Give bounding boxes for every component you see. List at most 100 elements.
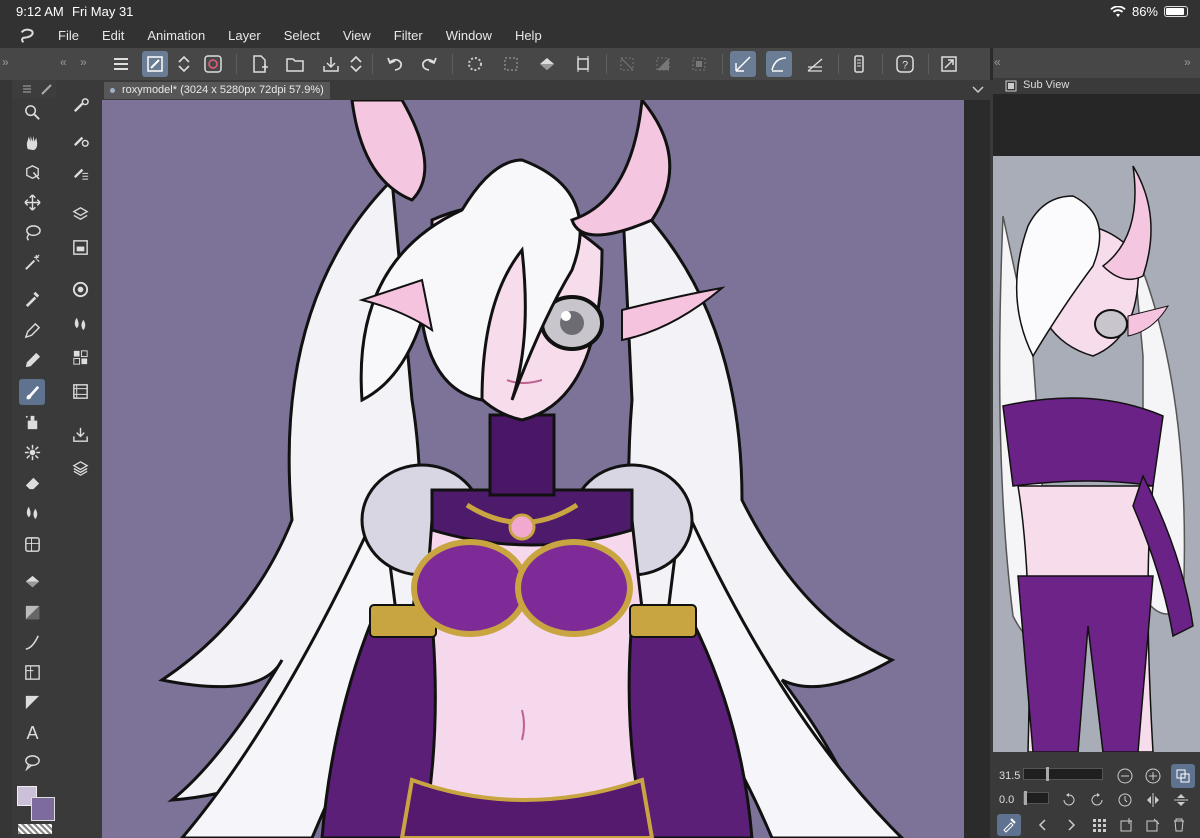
collapse-left2-icon[interactable]: «: [60, 55, 67, 69]
collapse-right2-icon[interactable]: »: [1184, 55, 1191, 69]
smartphone-button[interactable]: [846, 51, 872, 77]
subview-zoom-value[interactable]: 31.5: [999, 770, 1020, 782]
tool-brush-button[interactable]: [19, 379, 45, 405]
menu-view[interactable]: View: [343, 28, 371, 43]
redo-button[interactable]: [416, 51, 442, 77]
panel-layer-property-button[interactable]: [67, 344, 93, 370]
snap-grid-button[interactable]: [802, 51, 828, 77]
subview-eyedropper-button[interactable]: [997, 814, 1021, 836]
subview-angle-slider[interactable]: [1023, 791, 1049, 805]
tool-gradient-button[interactable]: [19, 599, 45, 625]
rotate-left-button[interactable]: [1059, 790, 1079, 810]
collapse-left3-icon[interactable]: »: [80, 55, 87, 69]
tool-zoom-button[interactable]: [19, 99, 45, 125]
select-all-button[interactable]: [498, 51, 524, 77]
panel-material-button[interactable]: [67, 200, 93, 226]
panel-import-button[interactable]: [67, 421, 93, 447]
menu-file[interactable]: File: [58, 28, 79, 43]
tool-magic-wand-button[interactable]: [19, 249, 45, 275]
canvas-tab[interactable]: roxymodel* (3024 x 5280px 72dpi 57.9%): [104, 82, 330, 99]
swirl-icon: [204, 55, 222, 73]
rotate-right-button[interactable]: [1087, 790, 1107, 810]
quick-access-button[interactable]: [142, 51, 168, 77]
menu-filter[interactable]: Filter: [394, 28, 423, 43]
tool-hand-button[interactable]: [19, 129, 45, 155]
subview-top-area: [993, 94, 1200, 156]
sub-color-swatch[interactable]: [31, 797, 55, 821]
tool-lasso-button[interactable]: [19, 219, 45, 245]
save-options-button[interactable]: [346, 51, 366, 77]
panel-navigator-button[interactable]: [67, 234, 93, 260]
panel-layers-button[interactable]: [67, 455, 93, 481]
tool-eyedropper-button[interactable]: [19, 285, 45, 311]
tool-object-select-button[interactable]: [19, 159, 45, 185]
menu-window[interactable]: Window: [446, 28, 492, 43]
clear-selection-button[interactable]: [614, 51, 640, 77]
next-image-button[interactable]: [1061, 815, 1081, 835]
menu-hamburger-button[interactable]: [108, 51, 134, 77]
pen-small-icon[interactable]: [40, 82, 54, 96]
tool-eraser-button[interactable]: [19, 469, 45, 495]
fill-button[interactable]: [534, 51, 560, 77]
expand-selection-button[interactable]: [686, 51, 712, 77]
save-button[interactable]: [318, 51, 344, 77]
panel-palette-button[interactable]: [67, 92, 93, 118]
menu-select[interactable]: Select: [284, 28, 320, 43]
import-image-button[interactable]: [1117, 815, 1137, 835]
open-button[interactable]: [282, 51, 308, 77]
drawing-canvas[interactable]: [102, 100, 964, 838]
list-icon[interactable]: [22, 84, 32, 94]
app-logo-icon[interactable]: [18, 27, 36, 45]
panel-layer-settings-button[interactable]: [67, 158, 93, 184]
subview-reference-image[interactable]: [993, 156, 1200, 752]
clear-image-button[interactable]: [1143, 815, 1163, 835]
transparent-color-swatch[interactable]: [18, 824, 52, 834]
tool-balloon-button[interactable]: [19, 689, 45, 715]
tool-frame-button[interactable]: [19, 531, 45, 557]
new-button[interactable]: [246, 51, 272, 77]
panel-color-mixer-button[interactable]: [67, 310, 93, 336]
tool-ruler-button[interactable]: [19, 659, 45, 685]
transform-button[interactable]: [570, 51, 596, 77]
tool-pencil-button[interactable]: [19, 347, 45, 373]
delete-image-button[interactable]: [1169, 815, 1189, 835]
menu-help[interactable]: Help: [515, 28, 542, 43]
tool-curve-button[interactable]: [19, 629, 45, 655]
flip-horizontal-button[interactable]: [1143, 790, 1163, 810]
subview-angle-value[interactable]: 0.0: [999, 794, 1014, 806]
subview-link-button[interactable]: [1171, 764, 1195, 788]
panel-brush-settings-button[interactable]: [67, 126, 93, 152]
panel-animation-cels-button[interactable]: [67, 378, 93, 404]
help-button[interactable]: ?: [892, 51, 918, 77]
menu-animation[interactable]: Animation: [147, 28, 205, 43]
panel-color-circle-button[interactable]: [67, 276, 93, 302]
subview-zoom-slider[interactable]: [1023, 767, 1103, 781]
zoom-in-button[interactable]: [1143, 766, 1163, 786]
tool-blend-button[interactable]: [19, 499, 45, 525]
tool-text-button[interactable]: A: [19, 719, 45, 745]
tool-move-button[interactable]: [19, 189, 45, 215]
zoom-out-button[interactable]: [1115, 766, 1135, 786]
collapse-left-icon[interactable]: »: [2, 55, 9, 69]
previous-image-button[interactable]: [1033, 815, 1053, 835]
fullscreen-button[interactable]: [936, 51, 962, 77]
reset-rotation-button[interactable]: [1115, 790, 1135, 810]
cycle-button[interactable]: [174, 51, 194, 77]
tool-decoration-button[interactable]: [19, 439, 45, 465]
tool-airbrush-button[interactable]: [19, 409, 45, 435]
tool-fill-button[interactable]: [19, 569, 45, 595]
tool-speech-bubble-button[interactable]: [19, 749, 45, 775]
invert-selection-button[interactable]: [650, 51, 676, 77]
image-list-button[interactable]: [1089, 815, 1109, 835]
menu-layer[interactable]: Layer: [228, 28, 261, 43]
chevron-down-icon[interactable]: [972, 85, 984, 95]
menu-edit[interactable]: Edit: [102, 28, 124, 43]
companion-button[interactable]: [200, 51, 226, 77]
flip-vertical-button[interactable]: [1171, 790, 1191, 810]
collapse-right-icon[interactable]: «: [994, 55, 1001, 69]
snap-ruler-button[interactable]: [730, 51, 756, 77]
tool-pen-button[interactable]: [19, 317, 45, 343]
loading-button[interactable]: [462, 51, 488, 77]
snap-special-ruler-button[interactable]: [766, 51, 792, 77]
undo-button[interactable]: [382, 51, 408, 77]
